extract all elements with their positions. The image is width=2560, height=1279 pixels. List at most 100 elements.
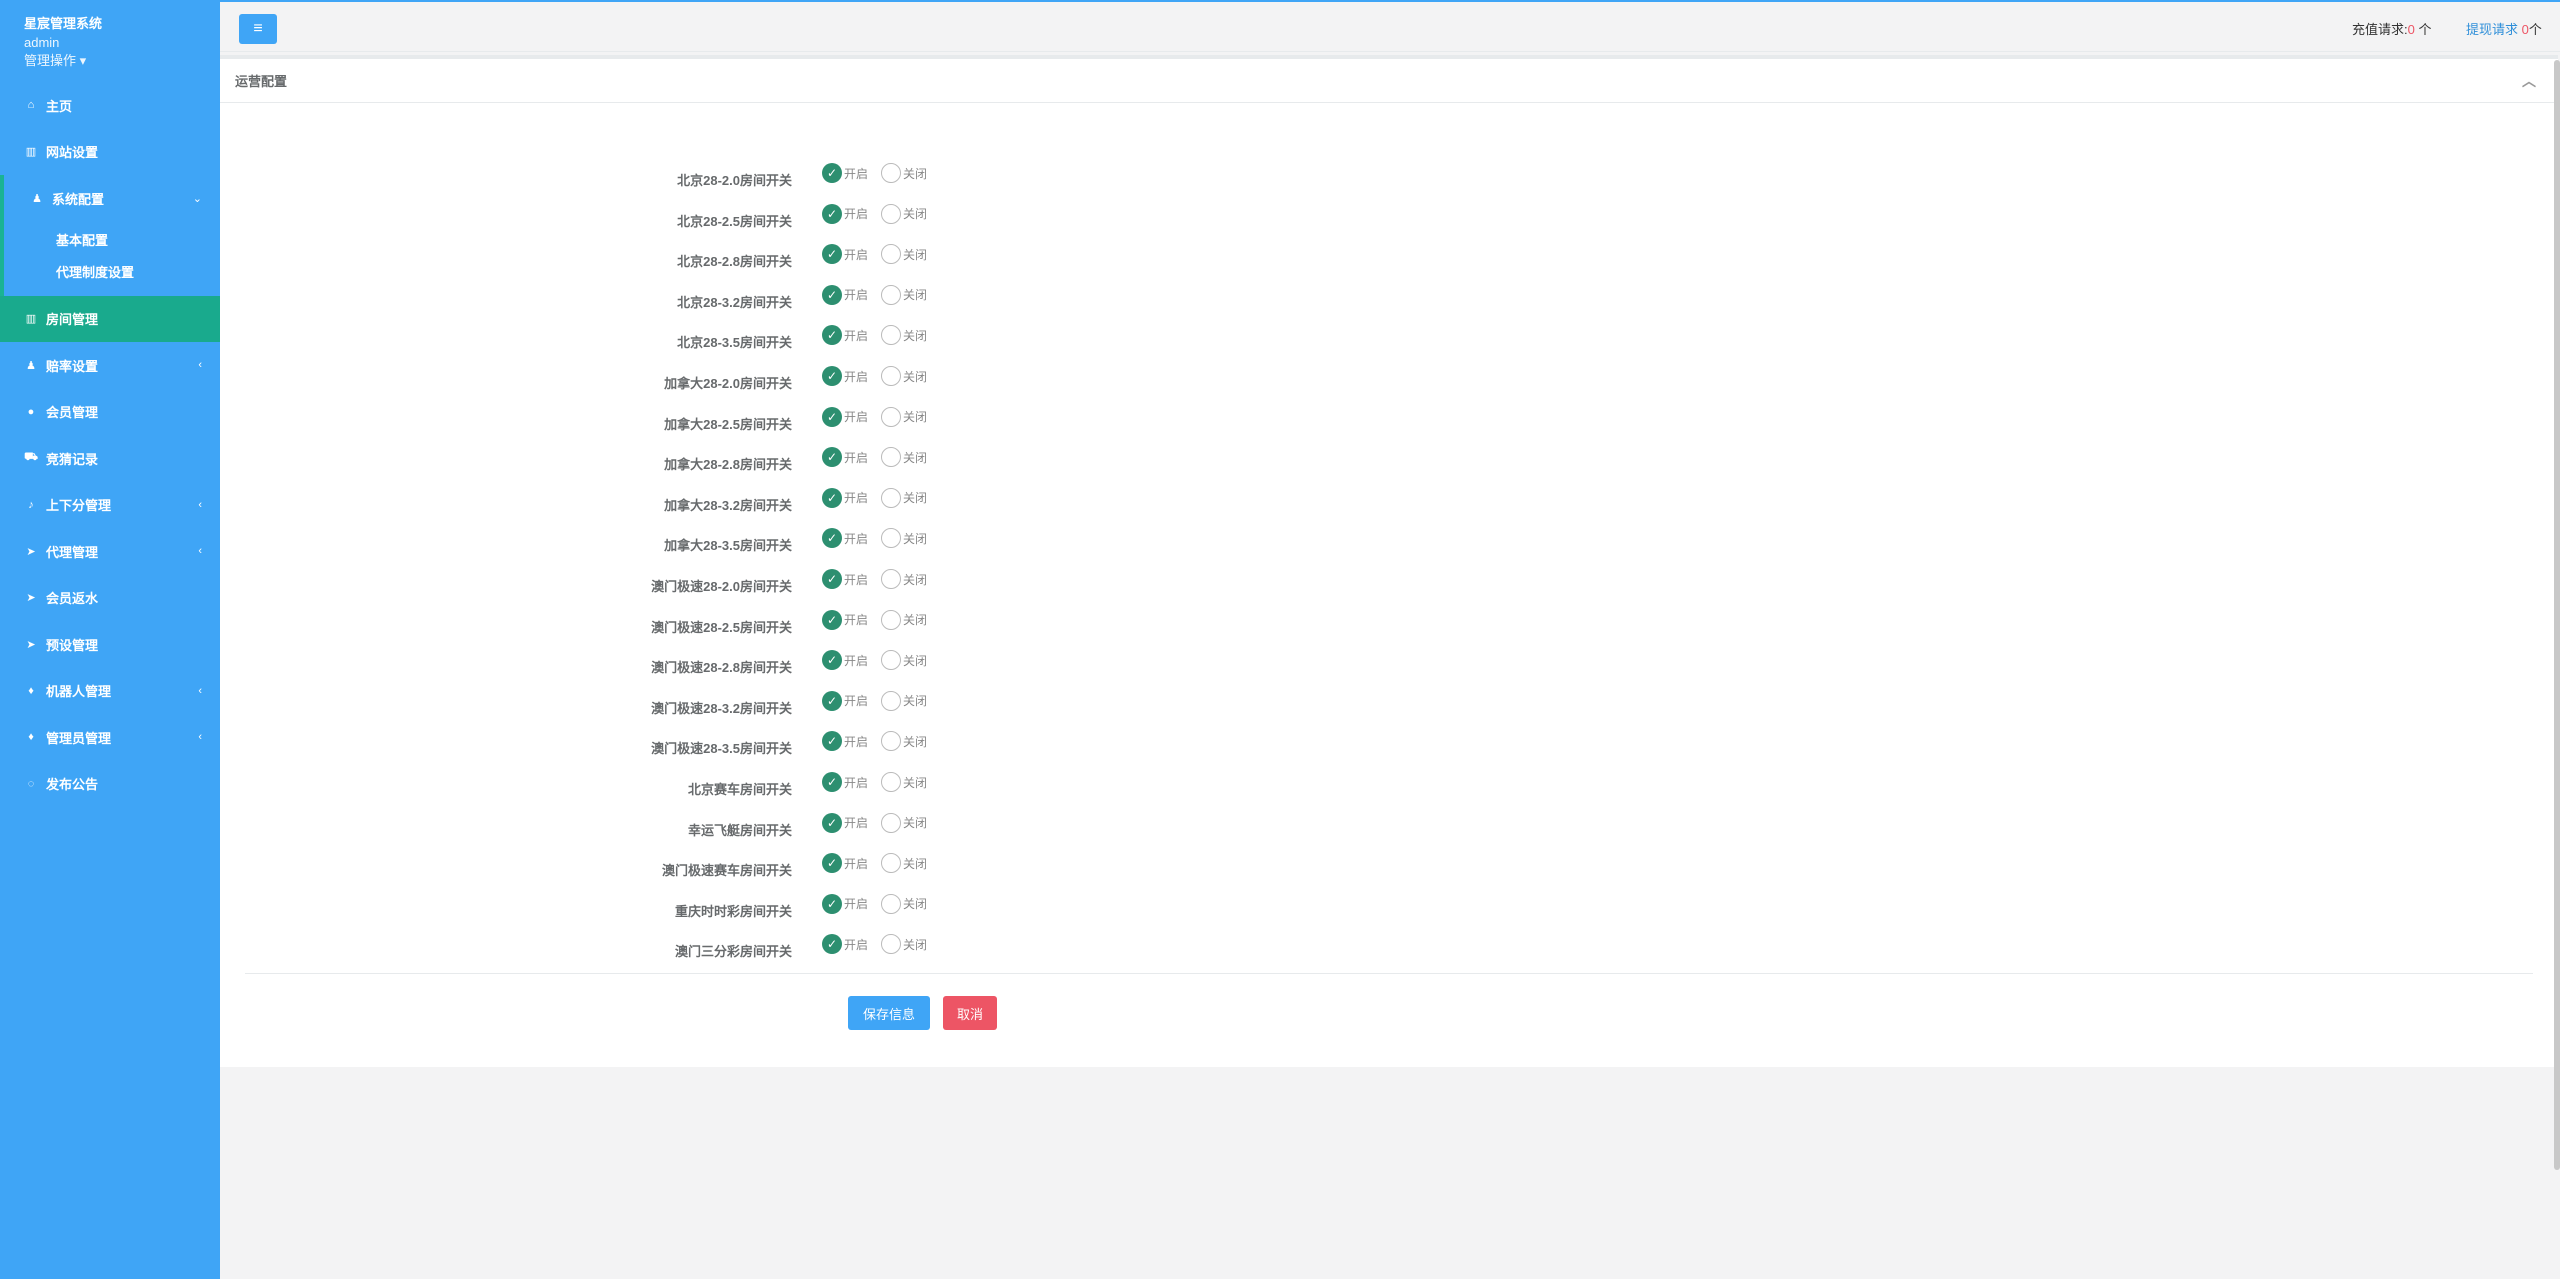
radio-off[interactable]: 关闭 bbox=[881, 934, 928, 955]
sidebar-item-2[interactable]: ♟ 系统配置 ⌄ bbox=[0, 175, 220, 222]
radio-off[interactable]: 关闭 bbox=[881, 609, 927, 630]
room-switch-label: 澳门极速28-2.0房间开关 bbox=[651, 579, 792, 594]
sidebar-item-4[interactable]: ♟ 赔率设置 ‹ bbox=[0, 342, 220, 389]
radio-off[interactable]: 关闭 bbox=[881, 650, 927, 671]
radio-off[interactable]: 关闭 bbox=[881, 812, 927, 833]
home-icon: ⌂ bbox=[27, 99, 35, 112]
radio-off[interactable]: 关闭 bbox=[881, 853, 927, 874]
radio-off[interactable]: 关闭 bbox=[881, 893, 927, 914]
cancel-button[interactable]: 取消 bbox=[943, 996, 997, 1030]
submenu-item[interactable]: 基本配置 bbox=[4, 224, 220, 256]
radio-on[interactable]: ✓ 开启 bbox=[822, 690, 868, 711]
radio-off-label: 关闭 bbox=[903, 288, 928, 303]
chevron-up-icon[interactable]: ︿ bbox=[2522, 71, 2536, 91]
username[interactable]: admin bbox=[24, 34, 220, 52]
room-switch-label: 加拿大28-2.0房间开关 bbox=[664, 376, 792, 391]
menu-toggle-button[interactable]: ≡ bbox=[239, 14, 277, 44]
save-button[interactable]: 保存信息 bbox=[848, 996, 930, 1030]
admin-ops-dropdown[interactable]: 管理操作 ▾ bbox=[24, 52, 220, 70]
room-switch-row: 重庆时时彩房间开关 ✓ 开启 关闭 bbox=[220, 893, 1120, 935]
radio-off[interactable]: 关闭 bbox=[881, 406, 927, 427]
sidebar-item-8[interactable]: ➤ 代理管理 ‹ bbox=[0, 528, 220, 575]
radio-off[interactable]: 关闭 bbox=[881, 325, 927, 346]
radio-on[interactable]: ✓ 开启 bbox=[822, 284, 868, 305]
room-switch-label: 北京28-2.5房间开关 bbox=[677, 213, 792, 229]
radio-on[interactable]: ✓ 开启 bbox=[822, 203, 868, 224]
radio-on[interactable]: ✓ 开启 bbox=[822, 812, 868, 833]
radio-on[interactable]: ✓ 开启 bbox=[822, 934, 868, 955]
radio-on-label: 开启 bbox=[844, 653, 869, 668]
radio-off[interactable]: 关闭 bbox=[881, 366, 927, 386]
radio-on[interactable]: ✓ 开启 bbox=[822, 772, 868, 792]
check-circle-icon: ✓ bbox=[822, 690, 842, 711]
radio-on[interactable]: ✓ 开启 bbox=[822, 163, 868, 183]
withdraw-requests[interactable]: 提现请求 0个 bbox=[2466, 19, 2542, 38]
room-switch-row: 北京28-2.0房间开关 ✓ 开启 关闭 bbox=[220, 163, 1120, 204]
empty-circle-icon bbox=[881, 569, 901, 589]
radio-on-label: 开启 bbox=[844, 531, 869, 546]
radio-off[interactable]: 关闭 bbox=[881, 244, 927, 265]
radio-off[interactable]: 关闭 bbox=[881, 284, 928, 305]
sidebar-item-1[interactable]: ▥ 网站设置 bbox=[0, 129, 220, 176]
profile-block: 星宸管理系统 admin 管理操作 ▾ bbox=[0, 0, 220, 82]
room-switch-row: 幸运飞艇房间开关 ✓ 开启 关闭 bbox=[220, 812, 1120, 854]
sidebar-item-9[interactable]: ➤ 会员返水 bbox=[0, 575, 220, 622]
empty-circle-icon bbox=[881, 244, 901, 265]
radio-off[interactable]: 关闭 bbox=[881, 569, 927, 589]
radio-on[interactable]: ✓ 开启 bbox=[822, 325, 868, 346]
radio-off[interactable]: 关闭 bbox=[881, 487, 927, 508]
empty-circle-icon bbox=[881, 812, 901, 833]
sidebar-item-0[interactable]: ⌂ 主页 bbox=[0, 82, 220, 129]
sidebar-item-6[interactable]: ⛟ 竞猜记录 bbox=[0, 435, 220, 482]
sidebar-item-label: 赔率设置 bbox=[46, 358, 99, 374]
recharge-requests[interactable]: 充值请求:0 个 bbox=[2352, 19, 2431, 38]
radio-off[interactable]: 关闭 bbox=[881, 447, 927, 468]
radio-on[interactable]: ✓ 开启 bbox=[822, 650, 869, 671]
sidebar-item-11[interactable]: ♦ 机器人管理 ‹ bbox=[0, 668, 220, 715]
room-switch-row: 北京28-3.5房间开关 ✓ 开启 关闭 bbox=[220, 325, 1120, 366]
chevron-icon: ‹ bbox=[198, 545, 202, 558]
sidebar-item-7[interactable]: ♪ 上下分管理 ‹ bbox=[0, 482, 220, 529]
divider bbox=[245, 973, 2533, 974]
radio-on[interactable]: ✓ 开启 bbox=[822, 853, 868, 874]
radio-on[interactable]: ✓ 开启 bbox=[822, 406, 868, 427]
recharge-unit: 个 bbox=[2414, 22, 2432, 37]
radio-on[interactable]: ✓ 开启 bbox=[822, 366, 868, 386]
radio-on[interactable]: ✓ 开启 bbox=[822, 528, 869, 549]
empty-circle-icon bbox=[881, 731, 901, 752]
radio-on[interactable]: ✓ 开启 bbox=[822, 487, 868, 508]
room-switch-label: 加拿大28-2.5房间开关 bbox=[664, 416, 792, 432]
submenu-item[interactable]: 代理制度设置 bbox=[4, 256, 220, 288]
radio-on[interactable]: ✓ 开启 bbox=[822, 569, 868, 589]
radio-off[interactable]: 关闭 bbox=[881, 731, 927, 752]
sidebar-item-label: 会员管理 bbox=[46, 405, 99, 421]
radio-off-label: 关闭 bbox=[903, 937, 928, 952]
radio-off[interactable]: 关闭 bbox=[881, 203, 927, 224]
radio-on[interactable]: ✓ 开启 bbox=[822, 893, 868, 914]
radio-off[interactable]: 关闭 bbox=[881, 163, 927, 183]
radio-on[interactable]: ✓ 开启 bbox=[822, 609, 869, 630]
radio-on[interactable]: ✓ 开启 bbox=[822, 447, 868, 468]
room-switch-row: 北京28-3.2房间开关 ✓ 开启 关闭 bbox=[220, 284, 1120, 326]
hamburger-icon: ≡ bbox=[253, 20, 263, 37]
user-icon: ♟ bbox=[26, 359, 36, 372]
radio-off[interactable]: 关闭 bbox=[881, 528, 927, 549]
check-circle-icon: ✓ bbox=[822, 650, 842, 671]
sidebar-item-12[interactable]: ♦ 管理员管理 ‹ bbox=[0, 714, 220, 761]
page-scrollbar[interactable] bbox=[2554, 60, 2560, 1170]
room-switch-label: 澳门极速28-2.8房间开关 bbox=[651, 660, 792, 676]
radio-on[interactable]: ✓ 开启 bbox=[822, 731, 868, 752]
radio-on[interactable]: ✓ 开启 bbox=[822, 244, 869, 265]
radio-off[interactable]: 关闭 bbox=[881, 690, 927, 711]
radio-on-label: 开启 bbox=[844, 613, 869, 628]
sidebar-item-3[interactable]: ▥ 房间管理 bbox=[0, 295, 220, 342]
room-switch-label: 加拿大28-3.2房间开关 bbox=[664, 497, 792, 513]
chevron-icon: ‹ bbox=[198, 359, 202, 372]
sidebar-item-5[interactable]: ● 会员管理 bbox=[0, 389, 220, 436]
panel-title-text: 运营配置 bbox=[235, 74, 288, 89]
radio-off[interactable]: 关闭 bbox=[881, 772, 927, 792]
radio-on-label: 开启 bbox=[844, 247, 869, 262]
check-circle-icon: ✓ bbox=[822, 203, 842, 224]
sidebar-item-13[interactable]: ◌ 发布公告 bbox=[0, 761, 220, 808]
sidebar-item-10[interactable]: ➤ 预设管理 bbox=[0, 621, 220, 668]
